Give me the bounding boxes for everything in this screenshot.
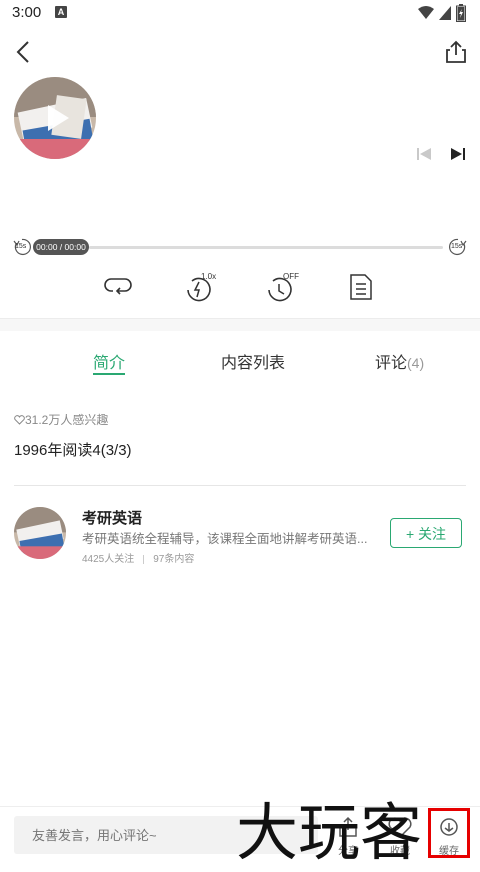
course-avatar[interactable] — [14, 507, 66, 559]
rewind-label: 15s — [15, 243, 27, 250]
status-bar: 3:00 A — [0, 0, 480, 26]
progress-bar[interactable] — [89, 246, 443, 249]
share-icon[interactable] — [442, 38, 470, 66]
loop-icon[interactable] — [101, 270, 135, 304]
interest-text: 31.2万人感兴趣 — [25, 413, 109, 427]
wifi-icon — [418, 6, 434, 19]
forward-label: 15s — [451, 243, 463, 250]
section-divider — [0, 318, 480, 331]
course-name[interactable]: 考研英语 — [82, 507, 142, 528]
document-icon[interactable] — [344, 270, 378, 304]
tab-intro[interactable]: 简介 — [93, 349, 125, 373]
tab-comments[interactable]: 评论(4) — [375, 349, 424, 373]
course-cover-image — [14, 507, 66, 559]
play-icon — [48, 105, 69, 131]
comment-count: (4) — [407, 355, 425, 371]
forward-15s-button[interactable]: 15s — [448, 237, 468, 257]
follow-button[interactable]: + 关注 — [390, 518, 462, 548]
highlight-box — [428, 808, 470, 858]
previous-track-icon[interactable] — [414, 145, 434, 163]
rewind-15s-button[interactable]: 15s — [12, 237, 32, 257]
tab-content-list[interactable]: 内容列表 — [221, 349, 285, 373]
watermark-text: 大玩客 — [236, 796, 423, 869]
timer-badge: OFF — [283, 272, 299, 281]
notification-icon: A — [55, 6, 67, 18]
speed-button[interactable]: 1.0x — [182, 270, 216, 304]
battery-icon — [456, 4, 466, 22]
tab-comments-label: 评论 — [375, 355, 408, 372]
sleep-timer-button[interactable]: OFF — [263, 270, 299, 304]
follower-count: 4425人关注 — [82, 554, 135, 565]
back-icon[interactable] — [10, 38, 38, 66]
time-display: 00:00 / 00:00 — [33, 239, 89, 255]
divider — [14, 485, 466, 486]
active-tab-indicator — [93, 373, 125, 375]
course-meta: 4425人关注 97条内容 — [82, 550, 194, 565]
meta-separator — [143, 554, 145, 564]
course-description: 考研英语统全程辅导，该课程全面地讲解考研英语... — [82, 532, 368, 546]
signal-icon — [439, 6, 451, 20]
speed-badge: 1.0x — [201, 272, 217, 281]
episode-title: 1996年阅读4(3/3) — [14, 442, 132, 459]
status-time: 3:00 — [12, 4, 42, 21]
cover-play-button[interactable] — [14, 77, 96, 159]
heart-icon — [14, 415, 25, 425]
content-count: 97条内容 — [153, 554, 195, 565]
interest-count: 31.2万人感兴趣 — [14, 411, 108, 428]
next-track-icon[interactable] — [448, 145, 468, 163]
